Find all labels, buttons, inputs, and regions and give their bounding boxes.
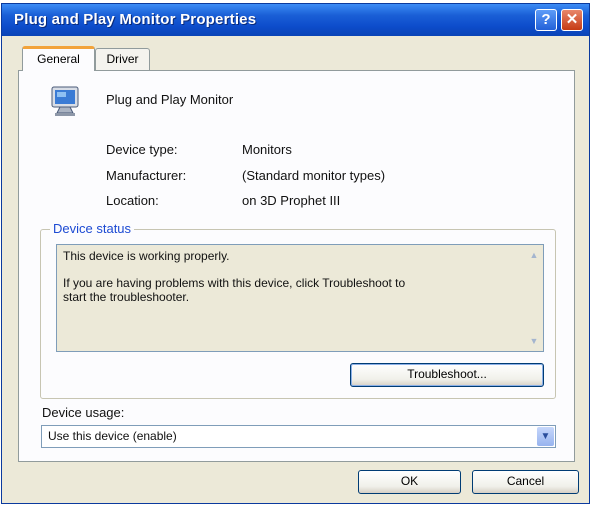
status-line-troubleshooter: start the troubleshooter. (63, 290, 190, 304)
chevron-down-icon[interactable]: ▼ (537, 427, 554, 446)
device-status-legend: Device status (50, 221, 135, 236)
monitor-icon (51, 86, 79, 116)
troubleshoot-button[interactable]: Troubleshoot... (350, 363, 544, 387)
device-usage-select[interactable]: Use this device (enable) ▼ (41, 425, 556, 448)
manufacturer-value: (Standard monitor types) (242, 168, 386, 183)
tab-driver[interactable]: Driver (95, 48, 150, 70)
location-value: on 3D Prophet III (242, 193, 341, 208)
cancel-button[interactable]: Cancel (472, 470, 579, 494)
ok-button[interactable]: OK (358, 470, 461, 494)
tab-general[interactable]: General (22, 46, 95, 71)
help-icon: ? (541, 11, 551, 28)
device-type-value: Monitors (242, 142, 292, 157)
device-status-textbox[interactable]: This device is working properly. If you … (56, 244, 544, 352)
scroll-up-icon[interactable]: ▲ (529, 251, 539, 260)
help-button[interactable]: ? (535, 9, 557, 31)
status-line-help: If you are having problems with this dev… (63, 276, 406, 290)
close-icon: ✕ (565, 11, 579, 28)
manufacturer-label: Manufacturer: (106, 168, 187, 183)
device-usage-label: Device usage: (42, 405, 125, 420)
status-line-working: This device is working properly. (63, 249, 230, 263)
title-bar[interactable]: Plug and Play Monitor Properties ? ✕ (2, 4, 589, 36)
scroll-down-icon[interactable]: ▼ (529, 337, 539, 346)
device-name: Plug and Play Monitor (106, 92, 234, 107)
device-type-label: Device type: (106, 142, 178, 157)
device-usage-value: Use this device (enable) (48, 429, 177, 443)
location-label: Location: (106, 193, 159, 208)
window-title: Plug and Play Monitor Properties (14, 11, 257, 28)
close-button[interactable]: ✕ (561, 9, 583, 31)
